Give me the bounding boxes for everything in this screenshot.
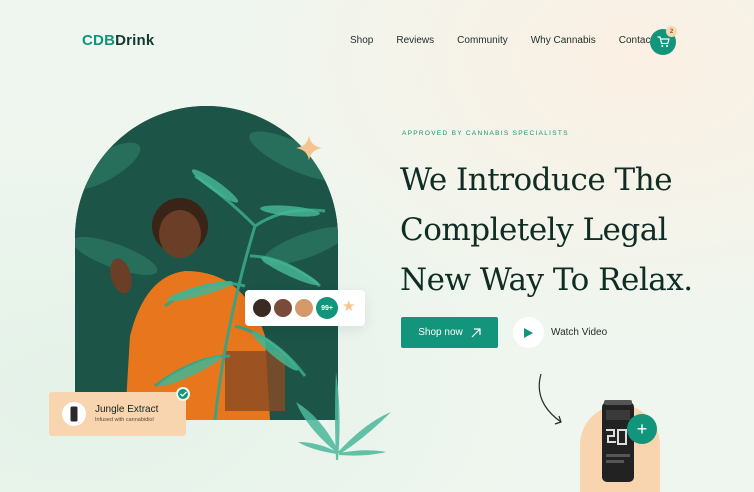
cannabis-leaf-icon [296, 372, 391, 460]
headline-line: New Way To Relax. [400, 262, 693, 298]
curved-arrow-icon [538, 373, 562, 425]
nav-reviews[interactable]: Reviews [396, 35, 434, 46]
avatar [272, 297, 294, 319]
product-can-image [602, 400, 634, 482]
eyebrow-text: APPROVED BY CANNABIS SPECIALISTS [402, 130, 569, 137]
sparkle-icon [296, 135, 322, 161]
review-avatars[interactable]: 99+ ★ [245, 290, 365, 326]
shop-now-label: Shop now [418, 327, 463, 338]
star-icon: ★ [342, 298, 356, 315]
play-icon [524, 327, 533, 338]
avatar [293, 297, 315, 319]
main-nav: Shop Reviews Community Why Cannabis Cont… [350, 35, 653, 46]
product-title: Jungle Extract [95, 404, 159, 415]
nav-contact[interactable]: Contact [619, 35, 653, 46]
reviews-count-badge: 99+ [316, 297, 338, 319]
product-subtitle: Infused with cannabidiol [95, 417, 154, 423]
check-icon [176, 387, 190, 401]
product-can-icon [62, 402, 86, 426]
plus-icon: + [636, 418, 648, 439]
page: CDBDrink Shop Reviews Community Why Cann… [0, 0, 754, 492]
add-to-cart-button[interactable]: + [627, 414, 657, 444]
nav-community[interactable]: Community [457, 35, 508, 46]
headline-line: We Introduce The [400, 162, 673, 198]
logo-rest: Drink [115, 32, 155, 49]
logo-accent: CDB [82, 32, 116, 49]
watch-video-link[interactable]: Watch Video [551, 327, 607, 338]
cart-badge: 2 [666, 26, 677, 37]
logo[interactable]: CDBDrink [82, 32, 154, 49]
headline-line: Completely Legal [400, 212, 668, 248]
product-card[interactable]: Jungle Extract Infused with cannabidiol [49, 392, 186, 436]
nav-shop[interactable]: Shop [350, 35, 373, 46]
cart-icon [656, 36, 670, 47]
avatar [251, 297, 273, 319]
nav-why-cannabis[interactable]: Why Cannabis [531, 35, 596, 46]
arrow-up-right-icon [471, 327, 481, 337]
shop-now-button[interactable]: Shop now [401, 317, 498, 348]
play-video-button[interactable] [513, 317, 544, 348]
hero-headline: We Introduce The Completely Legal New Wa… [400, 155, 740, 305]
